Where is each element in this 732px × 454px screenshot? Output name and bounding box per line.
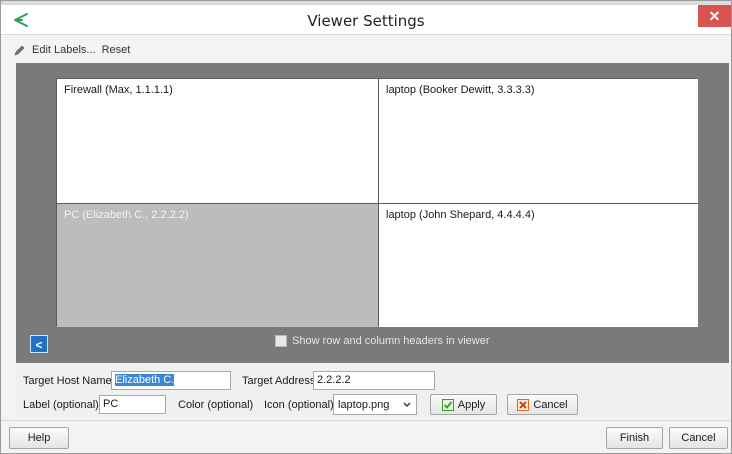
checkmark-icon <box>441 398 454 411</box>
color-optional-label[interactable]: Color (optional) <box>178 399 253 411</box>
help-button[interactable]: Help <box>9 427 69 449</box>
toolbar: Edit Labels... Reset <box>13 42 130 58</box>
icon-select-value: laptop.png <box>338 398 390 411</box>
title-bar: Viewer Settings ✕ <box>1 5 731 35</box>
target-address-label: Target Address <box>242 375 316 387</box>
form-cancel-button[interactable]: Cancel <box>507 394 578 415</box>
show-headers-toggle[interactable]: Show row and column headers in viewer <box>275 335 490 347</box>
label-optional-label: Label (optional) <box>23 399 99 411</box>
target-address-input[interactable]: 2.2.2.2 <box>313 371 435 390</box>
viewer-cell-3[interactable]: laptop (John Shepard, 4.4.4.4) <box>379 204 698 327</box>
target-host-name-input[interactable]: Elizabeth C. <box>111 371 231 390</box>
icon-optional-label: Icon (optional) <box>264 399 334 411</box>
x-icon <box>517 398 530 411</box>
viewer-settings-dialog: Viewer Settings ✕ Edit Labels... Reset F… <box>0 0 732 454</box>
window-title: Viewer Settings <box>307 12 425 30</box>
target-host-name-value: Elizabeth C. <box>115 374 175 386</box>
viewer-cell-2[interactable]: PC (Elizabeth C., 2.2.2.2) <box>57 204 378 327</box>
finish-button[interactable]: Finish <box>606 427 663 449</box>
reset-button[interactable]: Reset <box>102 44 131 56</box>
target-form: Target Host Name Elizabeth C. Target Add… <box>16 363 729 418</box>
pencil-icon <box>14 45 25 55</box>
label-optional-input[interactable]: PC <box>99 395 166 414</box>
form-cancel-label: Cancel <box>533 398 568 411</box>
close-button[interactable]: ✕ <box>698 5 731 27</box>
target-host-name-label: Target Host Name <box>23 375 112 387</box>
footer-divider <box>1 420 731 421</box>
show-headers-checkbox[interactable] <box>275 335 287 347</box>
viewer-cell-1[interactable]: laptop (Booker Dewitt, 3.3.3.3) <box>379 79 698 203</box>
apply-label: Apply <box>457 398 486 411</box>
viewer-grid: Firewall (Max, 1.1.1.1) laptop (Booker D… <box>56 78 698 327</box>
icon-select[interactable]: laptop.png <box>333 394 417 415</box>
apply-button[interactable]: Apply <box>430 394 497 415</box>
nav-left-button[interactable]: < <box>30 335 48 353</box>
chevron-down-icon <box>403 402 411 407</box>
edit-labels-button[interactable]: Edit Labels... <box>32 44 96 56</box>
show-headers-label: Show row and column headers in viewer <box>292 335 490 347</box>
viewer-cell-0[interactable]: Firewall (Max, 1.1.1.1) <box>57 79 378 203</box>
footer-cancel-button[interactable]: Cancel <box>669 427 728 449</box>
viewer-preview-area: Firewall (Max, 1.1.1.1) laptop (Booker D… <box>16 63 729 363</box>
